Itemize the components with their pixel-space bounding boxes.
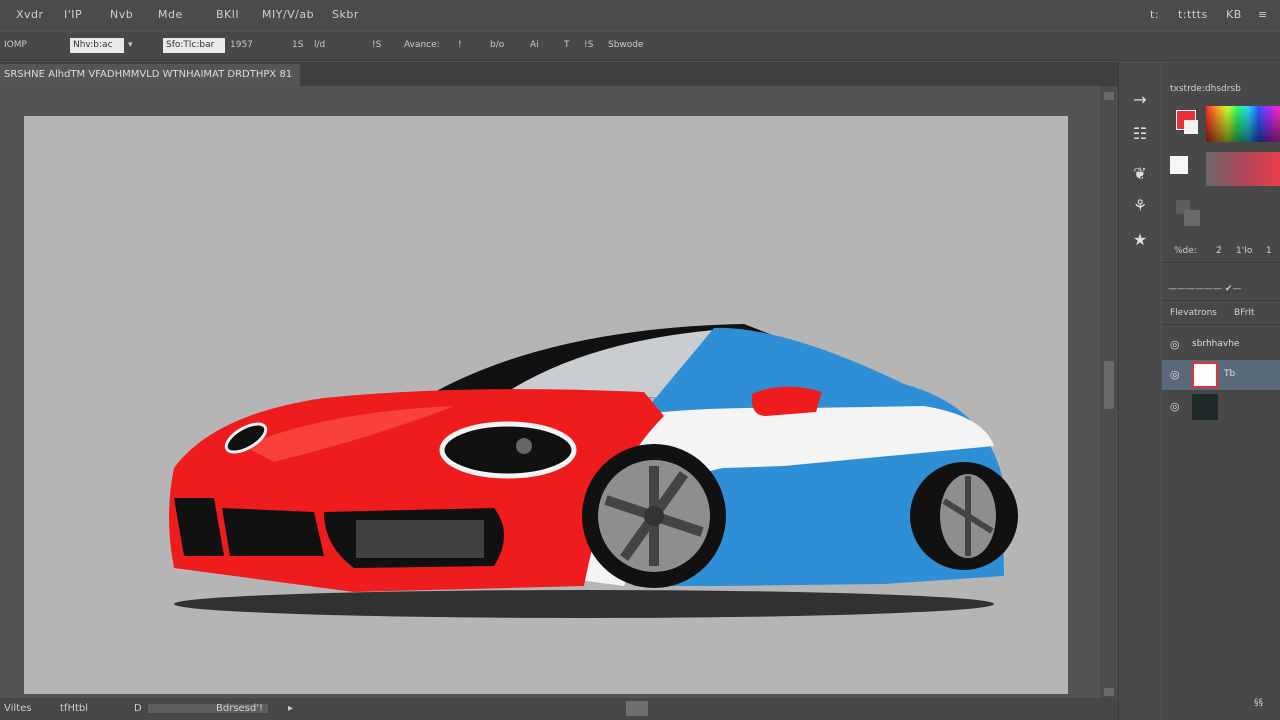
- car-headlight: [439, 421, 577, 479]
- eye-icon[interactable]: ◎: [1170, 338, 1180, 351]
- option-item-3[interactable]: l/d: [314, 40, 325, 50]
- doc-label: D: [134, 703, 142, 714]
- option-item-11[interactable]: Sbwode: [608, 40, 644, 50]
- option-item-10[interactable]: !S: [584, 40, 593, 50]
- option-item-4[interactable]: !S: [372, 40, 381, 50]
- style-field[interactable]: Sfo:Tlc:bar: [163, 38, 225, 53]
- panel-footer-icon[interactable]: §§: [1254, 698, 1263, 708]
- white-swatch[interactable]: [1170, 156, 1188, 174]
- dark-swatch-2[interactable]: [1184, 210, 1200, 226]
- move-tool-icon[interactable]: →: [1128, 88, 1152, 112]
- scroll-thumb[interactable]: [1104, 361, 1114, 409]
- layer-name-1: sbrhhavhe: [1192, 339, 1240, 349]
- right-panels: txstrde:dhsdrsb %de: 2́ 1'Io 1 —————— ✔—…: [1162, 62, 1280, 720]
- horizontal-scroll-thumb[interactable]: [626, 701, 648, 716]
- color-panel-title[interactable]: txstrde:dhsdrsb: [1170, 84, 1241, 94]
- color-value-3: 1'Io: [1236, 246, 1253, 256]
- panel-divider-1: [1162, 262, 1280, 263]
- option-item-2[interactable]: 1S: [292, 40, 303, 50]
- menu-select[interactable]: MIY/V/ab: [262, 8, 314, 21]
- color-gradient-bar[interactable]: [1206, 152, 1280, 186]
- layer-name-2: Tb: [1224, 369, 1236, 379]
- styles-tool-icon[interactable]: ★: [1128, 228, 1152, 252]
- status-bar: Viltes tfHtbl D Bdrsesd'! ▸: [0, 698, 1118, 720]
- color-value-1: %de:: [1174, 246, 1197, 256]
- color-spectrum[interactable]: [1206, 106, 1280, 142]
- tab-layers[interactable]: Flevatrons: [1170, 308, 1217, 318]
- menu-right-4[interactable]: ≡: [1258, 8, 1268, 21]
- layer-thumb-3: [1192, 394, 1218, 420]
- menu-filter[interactable]: Skbr: [332, 8, 359, 21]
- options-bar: IOMP Nhv:b:ac ▾ Sfo:Tlc:bar 1957 1S l/d …: [0, 32, 1280, 61]
- color-value-2: 2́: [1216, 246, 1222, 256]
- option-item-5[interactable]: Avance:: [404, 40, 440, 50]
- menu-type[interactable]: BKlI: [216, 8, 239, 21]
- layer-row-1[interactable]: ◎ sbrhhavhe: [1162, 330, 1280, 360]
- car-intake: [222, 508, 324, 556]
- vertical-scrollbar[interactable]: [1100, 86, 1118, 698]
- car-headlight-lens: [516, 438, 532, 454]
- option-item-1[interactable]: 1957: [230, 40, 253, 50]
- option-item-7[interactable]: b/o: [490, 40, 504, 50]
- option-item-8[interactable]: Ai: [530, 40, 539, 50]
- menu-edit[interactable]: I'IP: [64, 8, 82, 21]
- scroll-up-arrow[interactable]: [1104, 92, 1114, 100]
- car-shadow: [174, 590, 994, 618]
- menu-right-3[interactable]: KB: [1226, 8, 1242, 21]
- brush-tool-icon[interactable]: ⚘: [1128, 194, 1152, 218]
- menu-file[interactable]: Xvdr: [16, 8, 44, 21]
- menu-bar: Xvdr I'IP Nvb Mde BKlI MIY/V/ab Skbr t: …: [0, 0, 1280, 30]
- document-tab[interactable]: SRSHNE AlhdTM VFADHMMVLD WTNHAIMAT DRDTH…: [0, 64, 300, 86]
- background-color-swatch[interactable]: [1184, 120, 1198, 134]
- doc-value: Bdrsesd'!: [216, 703, 263, 714]
- status-arrow-icon[interactable]: ▸: [288, 703, 293, 714]
- menu-layer[interactable]: Mde: [158, 8, 183, 21]
- option-item-6[interactable]: !: [458, 40, 462, 50]
- eye-icon[interactable]: ◎: [1170, 400, 1180, 413]
- mode-label: IOMP: [4, 40, 27, 50]
- zoom-level[interactable]: Viltes: [4, 703, 31, 714]
- workspace: [0, 86, 1100, 698]
- tab-channels[interactable]: BFrIt: [1234, 308, 1255, 318]
- menu-right-2[interactable]: t:ttts: [1178, 8, 1208, 21]
- properties-tool-icon[interactable]: ❦: [1128, 162, 1152, 186]
- scroll-down-arrow[interactable]: [1104, 688, 1114, 696]
- status-info: tfHtbl: [60, 703, 89, 714]
- layer-row-2[interactable]: ◎ Tb: [1162, 360, 1280, 390]
- layer-row-3[interactable]: ◎: [1162, 392, 1280, 422]
- layer-thumb-2: [1192, 362, 1218, 388]
- car-grille-mesh: [356, 520, 484, 558]
- panel-divider-3: [1162, 324, 1280, 325]
- option-item-9[interactable]: T: [564, 40, 570, 50]
- car-artwork: [169, 324, 1018, 618]
- history-tool-icon[interactable]: ☷: [1128, 122, 1152, 146]
- preset-dropdown-arrow[interactable]: ▾: [128, 40, 133, 50]
- adjustments-row[interactable]: —————— ✔—: [1168, 284, 1241, 294]
- front-wheel-hub: [644, 506, 664, 526]
- tool-strip: → ☷ ❦ ⚘ ★: [1118, 62, 1161, 720]
- tab-bar: SRSHNE AlhdTM VFADHMMVLD WTNHAIMAT DRDTH…: [0, 62, 1120, 86]
- preset-field[interactable]: Nhv:b:ac: [70, 38, 124, 53]
- menu-image[interactable]: Nvb: [110, 8, 133, 21]
- eye-icon[interactable]: ◎: [1170, 368, 1180, 381]
- menu-right-1[interactable]: t:: [1150, 8, 1159, 21]
- panel-divider-2: [1162, 300, 1280, 301]
- color-value-4: 1: [1266, 246, 1272, 256]
- car-mirror: [751, 386, 822, 416]
- canvas[interactable]: [24, 116, 1068, 694]
